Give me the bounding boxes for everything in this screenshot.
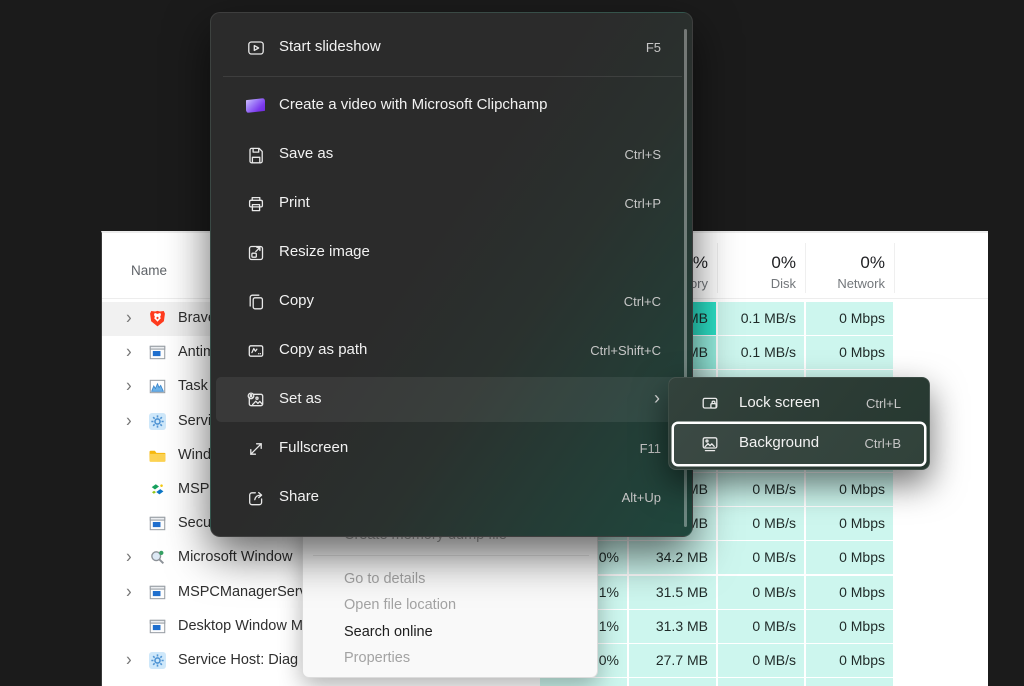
expand-chevron-icon[interactable]: › <box>126 341 132 363</box>
submenu-chevron-icon: › <box>654 388 660 409</box>
fullscreen-icon <box>246 439 266 459</box>
menu-item-resize-image[interactable]: Resize image <box>211 228 692 277</box>
menu-item-search-online[interactable]: Search online <box>303 619 597 645</box>
app-window-icon <box>149 515 166 532</box>
pc-manager-icon <box>149 481 166 498</box>
column-divider <box>717 243 718 293</box>
gear-icon <box>149 652 166 669</box>
expand-chevron-icon[interactable]: › <box>126 546 132 568</box>
screen: Name % ory 0% Disk 0% Network › Brave MB… <box>0 0 1024 686</box>
set-as-image-icon <box>246 390 266 410</box>
resize-image-icon <box>246 243 266 263</box>
column-header-network[interactable]: 0% Network <box>806 233 893 297</box>
menu-item-go-to-details: Go to details <box>303 566 597 592</box>
column-divider <box>805 243 806 293</box>
menu-item-share[interactable]: Share Alt+Up <box>211 473 692 522</box>
folder-icon <box>149 447 166 464</box>
menu-item-save-as[interactable]: Save as Ctrl+S <box>211 130 692 179</box>
menu-item-open-file-location: Open file location <box>303 592 597 618</box>
menu-item-fullscreen[interactable]: Fullscreen F11 <box>211 424 692 473</box>
column-header-disk[interactable]: 0% Disk <box>718 233 804 297</box>
menu-separator <box>313 555 589 556</box>
column-header-name[interactable]: Name <box>131 263 167 278</box>
submenu-item-background[interactable]: Background Ctrl+B <box>674 424 924 464</box>
table-row-partial[interactable] <box>102 678 988 686</box>
menu-item-set-as[interactable]: Set as › <box>216 377 686 422</box>
taskmanager-context-menu: Create memory dump file Go to details Op… <box>302 515 598 678</box>
menu-item-properties: Properties <box>303 645 597 671</box>
expand-chevron-icon[interactable]: › <box>126 375 132 397</box>
slideshow-play-icon <box>246 38 266 58</box>
menu-item-copy[interactable]: Copy Ctrl+C <box>211 277 692 326</box>
menu-item-print[interactable]: Print Ctrl+P <box>211 179 692 228</box>
app-window-icon <box>149 584 166 601</box>
expand-chevron-icon[interactable]: › <box>126 410 132 432</box>
app-window-icon <box>149 344 166 361</box>
photos-context-menu: Start slideshow F5 Create a video with M… <box>210 12 693 537</box>
save-icon <box>246 145 266 165</box>
share-icon <box>246 488 266 508</box>
expand-chevron-icon[interactable]: › <box>126 307 132 329</box>
app-window-icon <box>149 618 166 635</box>
column-divider <box>894 243 895 293</box>
search-process-icon <box>149 549 166 566</box>
menu-item-send-feedback[interactable]: Send feedback <box>211 522 692 537</box>
gear-icon <box>149 413 166 430</box>
menu-item-start-slideshow[interactable]: Start slideshow F5 <box>211 23 692 72</box>
background-image-icon <box>700 434 720 454</box>
menu-item-copy-as-path[interactable]: Copy as path Ctrl+Shift+C <box>211 326 692 375</box>
set-as-submenu: Lock screen Ctrl+L Background Ctrl+B <box>668 377 930 470</box>
printer-icon <box>246 194 266 214</box>
lock-screen-icon <box>700 394 720 414</box>
copy-as-path-icon <box>246 341 266 361</box>
menu-item-clipchamp[interactable]: Create a video with Microsoft Clipchamp <box>211 81 692 130</box>
submenu-item-lock-screen[interactable]: Lock screen Ctrl+L <box>674 384 924 424</box>
task-manager-icon <box>149 378 166 395</box>
copy-icon <box>246 292 266 312</box>
clipchamp-icon <box>246 96 266 116</box>
expand-chevron-icon[interactable]: › <box>126 649 132 671</box>
menu-separator <box>223 76 682 77</box>
brave-icon <box>149 310 166 327</box>
expand-chevron-icon[interactable]: › <box>126 581 132 603</box>
